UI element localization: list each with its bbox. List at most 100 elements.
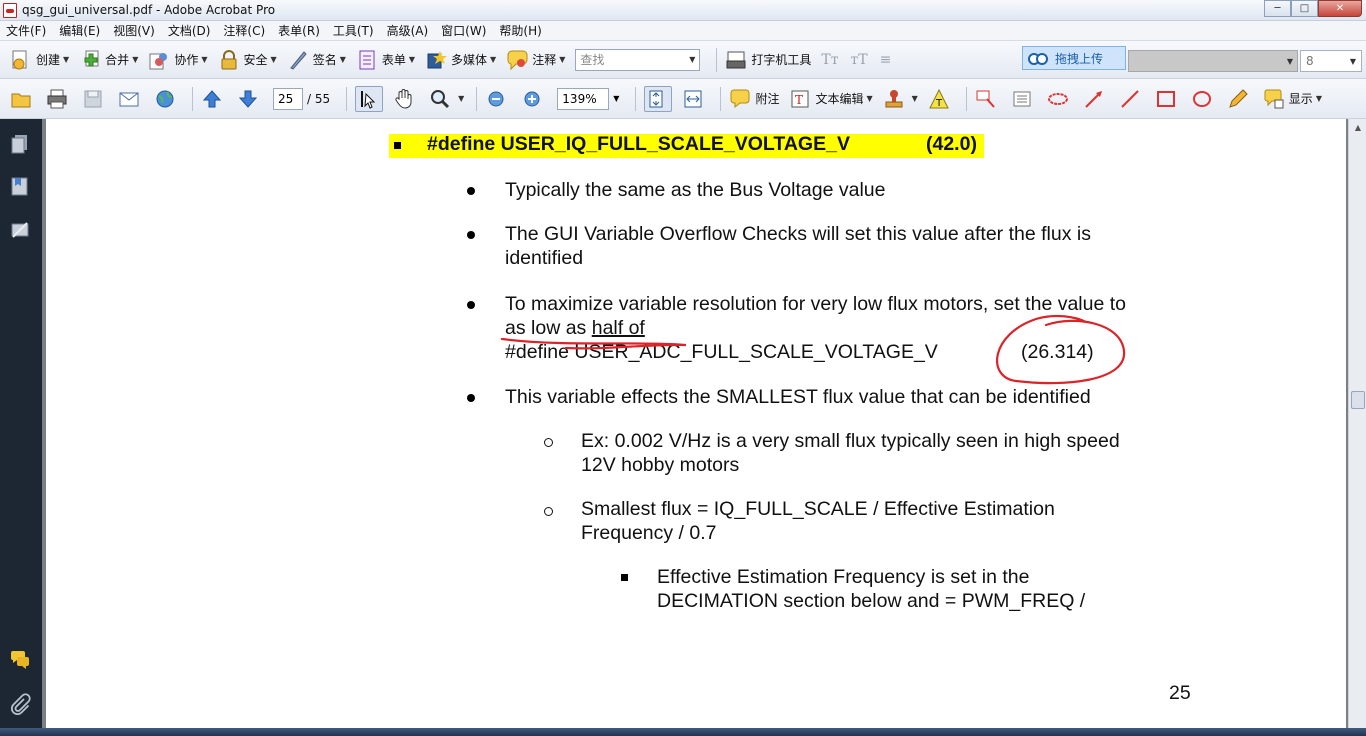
sticky-note-button[interactable]: 附注 <box>729 86 779 112</box>
menu-help[interactable]: 帮助(H) <box>499 22 541 39</box>
close-button[interactable]: ✕ <box>1318 0 1362 17</box>
menu-tools[interactable]: 工具(T) <box>333 22 374 39</box>
highlight-text-button[interactable]: T <box>928 86 954 112</box>
comments-panel-icon[interactable] <box>9 649 31 671</box>
zoom-in-button[interactable] <box>521 86 547 112</box>
pencil-tool-button[interactable] <box>1227 86 1253 112</box>
menu-window[interactable]: 窗口(W) <box>441 22 486 39</box>
menu-edit[interactable]: 编辑(E) <box>59 22 100 39</box>
menu-file[interactable]: 文件(F) <box>6 22 46 39</box>
toolbar-separator <box>965 86 967 111</box>
create-pdf-icon <box>10 49 32 71</box>
scroll-up-icon[interactable]: ▲ <box>1352 123 1364 135</box>
typewriter-button[interactable]: 打字机工具 <box>725 47 811 73</box>
fit-width-button[interactable] <box>682 86 708 112</box>
lock-icon <box>218 49 240 71</box>
comment-button[interactable]: 注释 ▼ <box>506 47 565 73</box>
pages-panel-icon[interactable] <box>9 133 31 155</box>
print-button[interactable] <box>46 86 72 112</box>
folder-open-icon <box>10 88 32 110</box>
sub-sub-bullet-line-2: DECIMATION section below and = PWM_FREQ … <box>657 590 1086 612</box>
typewriter-icon <box>725 49 747 71</box>
pencil-icon <box>1227 88 1249 110</box>
callout-button[interactable] <box>975 86 1001 112</box>
collaborate-button[interactable]: 协作 ▼ <box>148 47 208 73</box>
show-comments-button[interactable]: 显示 ▼ <box>1263 86 1322 112</box>
circle-bullet <box>544 507 553 516</box>
zoom-tool-button[interactable]: ▼ <box>429 86 464 112</box>
page-number-input[interactable]: 25 <box>273 87 303 110</box>
define-heading-value: (42.0) <box>926 133 977 155</box>
maximize-button[interactable]: □ <box>1291 0 1318 17</box>
arrow-tool-button[interactable] <box>1083 86 1109 112</box>
main-toolbar: 25 / 55 ▼ 139% ▼ 附注 T 文本编辑 ▼ ▼ T 显示 ▼ <box>0 79 1366 119</box>
email-button[interactable] <box>118 86 144 112</box>
combine-icon <box>79 49 101 71</box>
search-input[interactable]: 查找 ▼ <box>575 48 701 71</box>
scrollbar-thumb[interactable] <box>1351 391 1365 409</box>
forms-button[interactable]: 表单 ▼ <box>356 47 415 73</box>
multimedia-label: 多媒体 <box>451 53 488 67</box>
line-tool-button[interactable] <box>1119 86 1145 112</box>
next-page-button[interactable] <box>237 86 263 112</box>
circle-bullet <box>544 438 553 447</box>
multimedia-button[interactable]: 多媒体 ▼ <box>425 47 496 73</box>
zoom-out-button[interactable] <box>485 86 511 112</box>
minimize-button[interactable]: ─ <box>1264 0 1291 17</box>
vertical-scrollbar[interactable]: ▲ <box>1348 119 1366 736</box>
acrobat-pdf-icon <box>3 3 17 18</box>
toolbar-separator <box>346 86 348 111</box>
signatures-panel-icon[interactable] <box>9 219 31 241</box>
cloud-tool-button[interactable] <box>1047 86 1073 112</box>
stamp-button[interactable]: ▼ <box>883 86 918 112</box>
menu-forms[interactable]: 表单(R) <box>278 22 320 39</box>
document-view[interactable]: #define USER_IQ_FULL_SCALE_VOLTAGE_V (42… <box>42 119 1348 736</box>
menu-document[interactable]: 文档(D) <box>168 22 211 39</box>
title-bar: qsg_gui_universal.pdf - Adobe Acrobat Pr… <box>0 0 1366 21</box>
secure-button[interactable]: 安全 ▼ <box>218 47 277 73</box>
navigation-pane <box>0 119 42 736</box>
open-button[interactable] <box>10 86 36 112</box>
bullet-1-text: Typically the same as the Bus Voltage va… <box>505 179 886 201</box>
save-button[interactable] <box>82 86 108 112</box>
menu-comments[interactable]: 注释(C) <box>223 22 265 39</box>
stamp-icon <box>883 88 905 110</box>
bullet-4-text: This variable effects the SMALLEST flux … <box>505 386 1091 408</box>
rectangle-tool-button[interactable] <box>1155 86 1181 112</box>
drag-upload-button[interactable]: 拖拽上传 <box>1022 46 1126 70</box>
search-placeholder: 查找 <box>580 53 605 67</box>
font-size-select[interactable]: 8 ▼ <box>1300 50 1362 72</box>
typewriter-label: 打字机工具 <box>751 53 812 67</box>
hand-tool-button[interactable] <box>393 86 419 112</box>
ink-annotations <box>500 314 1126 385</box>
attachments-paperclip-icon[interactable] <box>9 693 31 715</box>
combine-button[interactable]: 合并 ▼ <box>79 47 138 73</box>
fit-page-button[interactable] <box>644 85 673 112</box>
highlight-text-icon: T <box>928 88 950 110</box>
sign-button[interactable]: 签名 ▼ <box>287 47 346 73</box>
forms-icon <box>356 49 378 71</box>
chevron-down-icon: ▼ <box>1286 56 1293 66</box>
line-spacing-icon[interactable]: ≡ <box>880 52 892 68</box>
bookmarks-panel-icon[interactable] <box>9 175 31 197</box>
bullet-dot <box>467 394 475 402</box>
web-button[interactable] <box>154 86 180 112</box>
menu-view[interactable]: 视图(V) <box>113 22 155 39</box>
chevron-down-icon[interactable]: ▼ <box>613 94 619 103</box>
text-edit-button[interactable]: T 文本编辑 ▼ <box>789 86 873 112</box>
sub-bullet-1-line-2: 12V hobby motors <box>581 454 740 476</box>
zoom-level-input[interactable]: 139% <box>557 87 610 110</box>
text-box-button[interactable] <box>1011 86 1037 112</box>
toolbar-separator <box>720 86 722 111</box>
text-smaller-icon[interactable]: Tт <box>821 52 838 68</box>
oval-tool-button[interactable] <box>1191 86 1217 112</box>
select-tool-button[interactable] <box>355 85 384 112</box>
text-larger-icon[interactable]: тT <box>850 52 867 68</box>
previous-page-button[interactable] <box>201 86 227 112</box>
comment-label: 注释 <box>532 53 557 67</box>
font-name-select[interactable]: ▼ <box>1128 50 1298 72</box>
menu-advanced[interactable]: 高级(A) <box>387 22 429 39</box>
chevron-down-icon[interactable]: ▼ <box>689 55 695 64</box>
create-button[interactable]: 创建 ▼ <box>10 47 69 73</box>
svg-text:T: T <box>795 93 803 107</box>
